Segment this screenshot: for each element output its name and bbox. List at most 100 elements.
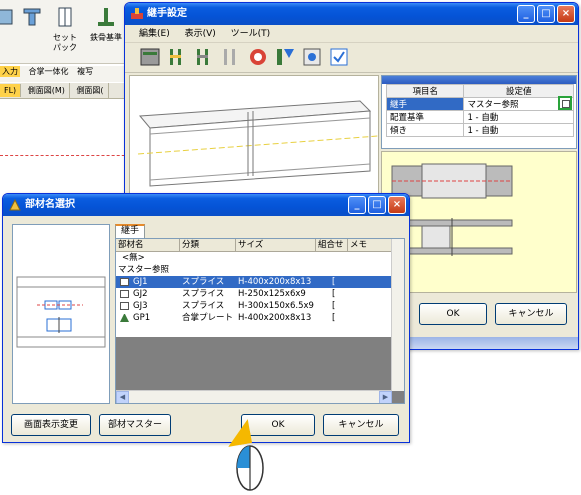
mouse-left-click-icon: [236, 445, 264, 491]
member-list[interactable]: 部材名 分類 サイズ 組合せ メモ <無> マスター参照 GJ1 スプライス H…: [115, 238, 405, 404]
joint-window-titlebar[interactable]: 継手設定 _ □ ×: [125, 3, 578, 25]
col-memo[interactable]: メモ: [348, 239, 392, 252]
joint-cancel-button[interactable]: キャンセル: [495, 303, 567, 325]
toolbar-button-set-pack[interactable]: セット パック: [48, 2, 82, 62]
list-item-selected[interactable]: GJ1 スプライス H-400x200x8x13 [: [116, 276, 392, 288]
grid-view-icon[interactable]: [139, 46, 161, 68]
tab-input[interactable]: 入力: [0, 66, 20, 77]
member-name: GP1: [133, 313, 151, 323]
vertical-scrollbar[interactable]: [391, 239, 404, 391]
scroll-left-arrow[interactable]: ◀: [116, 391, 129, 403]
member-name: <無>: [122, 253, 145, 263]
property-value[interactable]: 1 - 自動: [463, 110, 574, 124]
ok-button[interactable]: OK: [241, 414, 315, 436]
maximize-button[interactable]: □: [537, 5, 555, 23]
member-preview: [12, 224, 110, 404]
joint-ok-button[interactable]: OK: [419, 303, 487, 325]
member-select-app-icon: [9, 198, 21, 211]
horizontal-scrollbar[interactable]: ◀ ▶: [116, 390, 392, 403]
beam-drawing: [137, 100, 379, 187]
member-category: スプライス: [182, 277, 225, 287]
member-select-titlebar[interactable]: 部材名選択 _ □ ×: [3, 194, 409, 216]
edit-joint-icon[interactable]: [193, 46, 215, 68]
col-member-name[interactable]: 部材名: [116, 239, 180, 252]
list-item[interactable]: マスター参照: [116, 264, 392, 276]
splice-icon: [120, 302, 129, 310]
col-category[interactable]: 分類: [180, 239, 236, 252]
view-tab-side[interactable]: 側面図(: [72, 83, 109, 98]
pointer-arrow-icon: [224, 419, 252, 447]
maximize-button[interactable]: □: [368, 196, 386, 214]
member-combo: [: [332, 301, 336, 311]
steel-standard-icon: [98, 8, 114, 26]
toolbar-label-set-pack: セット パック: [53, 33, 77, 52]
member-name: GJ1: [133, 277, 148, 287]
beam-3d-view[interactable]: [129, 75, 379, 195]
check-icon[interactable]: [247, 46, 269, 68]
tab-copy[interactable]: 複写: [77, 67, 93, 76]
col-combo[interactable]: 組合せ: [316, 239, 348, 252]
delete-joint-icon[interactable]: [220, 46, 242, 68]
joint-window-title: 継手設定: [147, 8, 187, 19]
toolbar-button-wall[interactable]: [0, 2, 16, 62]
member-category: スプライス: [182, 289, 225, 299]
wall-icon: [0, 9, 13, 25]
joint-menu-bar: 編集(E) 表示(V) ツール(T): [125, 25, 578, 43]
minimize-button[interactable]: _: [517, 5, 535, 23]
filter-icon[interactable]: [274, 46, 296, 68]
menu-view[interactable]: 表示(V): [185, 29, 216, 39]
drawing-canvas[interactable]: [0, 100, 140, 200]
member-size: H-400x200x8x13: [238, 313, 312, 323]
menu-edit[interactable]: 編集(E): [139, 29, 170, 39]
joint-detail-view: [381, 151, 577, 293]
main-toolbar: セット パック 鉄骨基準: [0, 0, 140, 64]
member-size: H-250x125x6x9: [238, 289, 306, 299]
ellipsis-button[interactable]: [558, 96, 572, 110]
joint-toolbar: [125, 43, 578, 73]
list-item[interactable]: GP1 合掌プレート H-400x200x8x13 [: [116, 312, 392, 324]
cancel-button[interactable]: キャンセル: [323, 414, 399, 436]
property-value[interactable]: 1 - 自動: [463, 123, 574, 137]
tab-gassho[interactable]: 合掌一体化: [29, 67, 69, 76]
add-joint-icon[interactable]: [166, 46, 188, 68]
list-item[interactable]: GJ3 スプライス H-300x150x6.5x9 [: [116, 300, 392, 312]
menu-tools[interactable]: ツール(T): [231, 29, 271, 39]
view-tab-side-m[interactable]: 側面図(M): [24, 83, 70, 98]
column-icon: [23, 8, 41, 26]
display-change-button[interactable]: 画面表示変更: [11, 414, 91, 436]
splice-icon: [120, 278, 129, 286]
member-size: H-300x150x6.5x9: [238, 301, 314, 311]
toolbar-button-steel-standard[interactable]: 鉄骨基準: [84, 2, 128, 62]
member-list-body: 部材名 分類 サイズ 組合せ メモ <無> マスター参照 GJ1 スプライス H…: [116, 239, 392, 337]
command-tabs: 入力 合掌一体化 複写: [0, 66, 140, 82]
close-button[interactable]: ×: [388, 196, 406, 214]
property-row[interactable]: 配置基準 1 - 自動: [385, 110, 574, 124]
member-combo: [: [332, 277, 336, 287]
scroll-right-arrow[interactable]: ▶: [379, 391, 392, 403]
apply-icon[interactable]: [328, 46, 350, 68]
col-size[interactable]: サイズ: [236, 239, 316, 252]
splice-icon: [120, 290, 129, 298]
list-item[interactable]: <無>: [116, 252, 392, 264]
grid-line: [0, 155, 140, 156]
view-tabs: FL) 側面図(M) 側面図(: [0, 83, 140, 99]
col-item-name: 項目名: [385, 84, 465, 98]
close-button[interactable]: ×: [557, 5, 575, 23]
joint-detail-drawing: [391, 163, 513, 256]
property-name: 配置基準: [385, 110, 465, 124]
toolbar-button-column[interactable]: [18, 2, 46, 62]
set-pack-icon: [58, 7, 72, 27]
member-size: H-400x200x8x13: [238, 277, 312, 287]
view-tab-fl[interactable]: FL): [0, 84, 22, 97]
member-category: 合掌プレート: [182, 313, 234, 323]
member-select-title: 部材名選択: [25, 199, 75, 210]
settings-icon[interactable]: [301, 46, 323, 68]
member-preview-drawing: [16, 276, 106, 348]
property-row[interactable]: 継手 マスター参照: [385, 97, 574, 111]
member-master-button[interactable]: 部材マスター: [99, 414, 171, 436]
member-name: マスター参照: [118, 265, 170, 275]
property-row[interactable]: 傾き 1 - 自動: [385, 123, 574, 137]
tab-joint[interactable]: 継手: [115, 224, 146, 238]
minimize-button[interactable]: _: [348, 196, 366, 214]
list-item[interactable]: GJ2 スプライス H-250x125x6x9 [: [116, 288, 392, 300]
